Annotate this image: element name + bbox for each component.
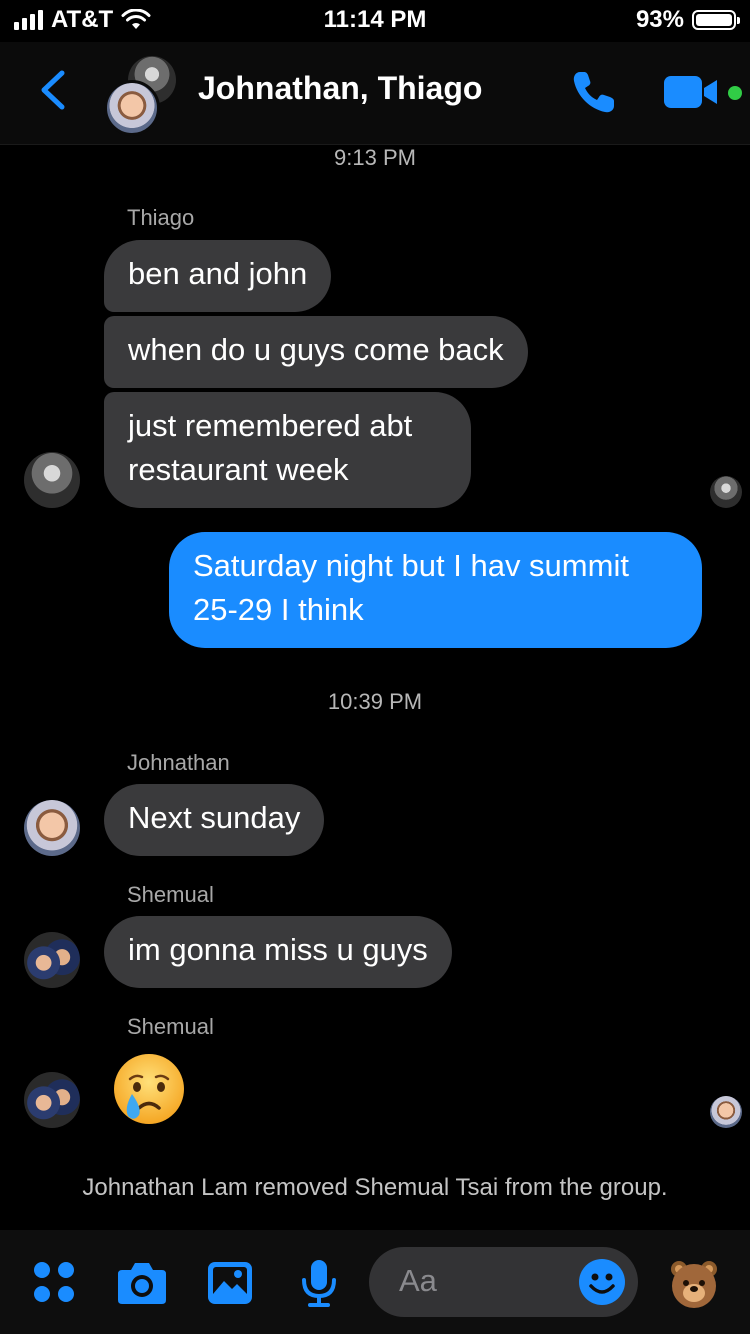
chat-title[interactable]: Johnathan, Thiago <box>198 70 482 107</box>
battery-icon <box>692 10 740 30</box>
message-bubble[interactable]: ben and john <box>104 240 332 312</box>
avatar-shemual[interactable] <box>24 932 80 988</box>
camera-icon[interactable] <box>116 1260 168 1306</box>
avatar-thiago[interactable] <box>24 452 80 508</box>
video-icon[interactable] <box>662 72 722 112</box>
status-bar: AT&T 11:14 PM 93% <box>0 0 750 42</box>
crying-face-emoji[interactable] <box>112 1052 186 1126</box>
gallery-icon[interactable] <box>206 1260 254 1306</box>
phone-icon[interactable] <box>570 68 618 116</box>
message-bubble[interactable]: when do u guys come back <box>104 316 528 388</box>
composer-bar: Aa <box>0 1230 750 1334</box>
message-input-placeholder: Aa <box>399 1263 437 1298</box>
sender-name: Shemual <box>127 882 214 907</box>
microphone-icon[interactable] <box>300 1258 338 1308</box>
outgoing-message-bubble[interactable]: Saturday night but I hav summit 25-29 I … <box>169 532 702 648</box>
emoji-icon[interactable] <box>578 1258 626 1306</box>
message-bubble[interactable]: just remembered abt restaurant week <box>104 392 471 508</box>
read-receipt-avatar <box>710 1096 742 1128</box>
status-right: 93% <box>635 6 740 34</box>
chat-header: Johnathan, Thiago <box>0 42 750 145</box>
sender-name: Johnathan <box>127 750 230 775</box>
avatar-shemual[interactable] <box>24 1072 80 1128</box>
avatar-johnathan[interactable] <box>24 800 80 856</box>
apps-icon[interactable] <box>33 1261 75 1303</box>
bear-sticker-icon[interactable] <box>668 1258 720 1310</box>
battery-percent: 93% <box>635 6 684 33</box>
group-avatar-johnathan[interactable] <box>104 80 160 136</box>
sender-name: Shemual <box>127 1014 214 1039</box>
read-receipt-avatar <box>710 476 742 508</box>
timestamp-2: 10:39 PM <box>327 689 423 714</box>
online-indicator <box>728 86 742 100</box>
message-input[interactable]: Aa <box>369 1247 638 1317</box>
message-bubble[interactable]: Next sunday <box>104 784 325 856</box>
message-bubble[interactable]: im gonna miss u guys <box>104 916 452 988</box>
timestamp-1: 9:13 PM <box>334 145 416 170</box>
back-icon[interactable] <box>38 70 68 110</box>
group-event-notice: Johnathan Lam removed Shemual Tsai from … <box>82 1174 668 1201</box>
sender-name: Thiago <box>127 205 195 230</box>
